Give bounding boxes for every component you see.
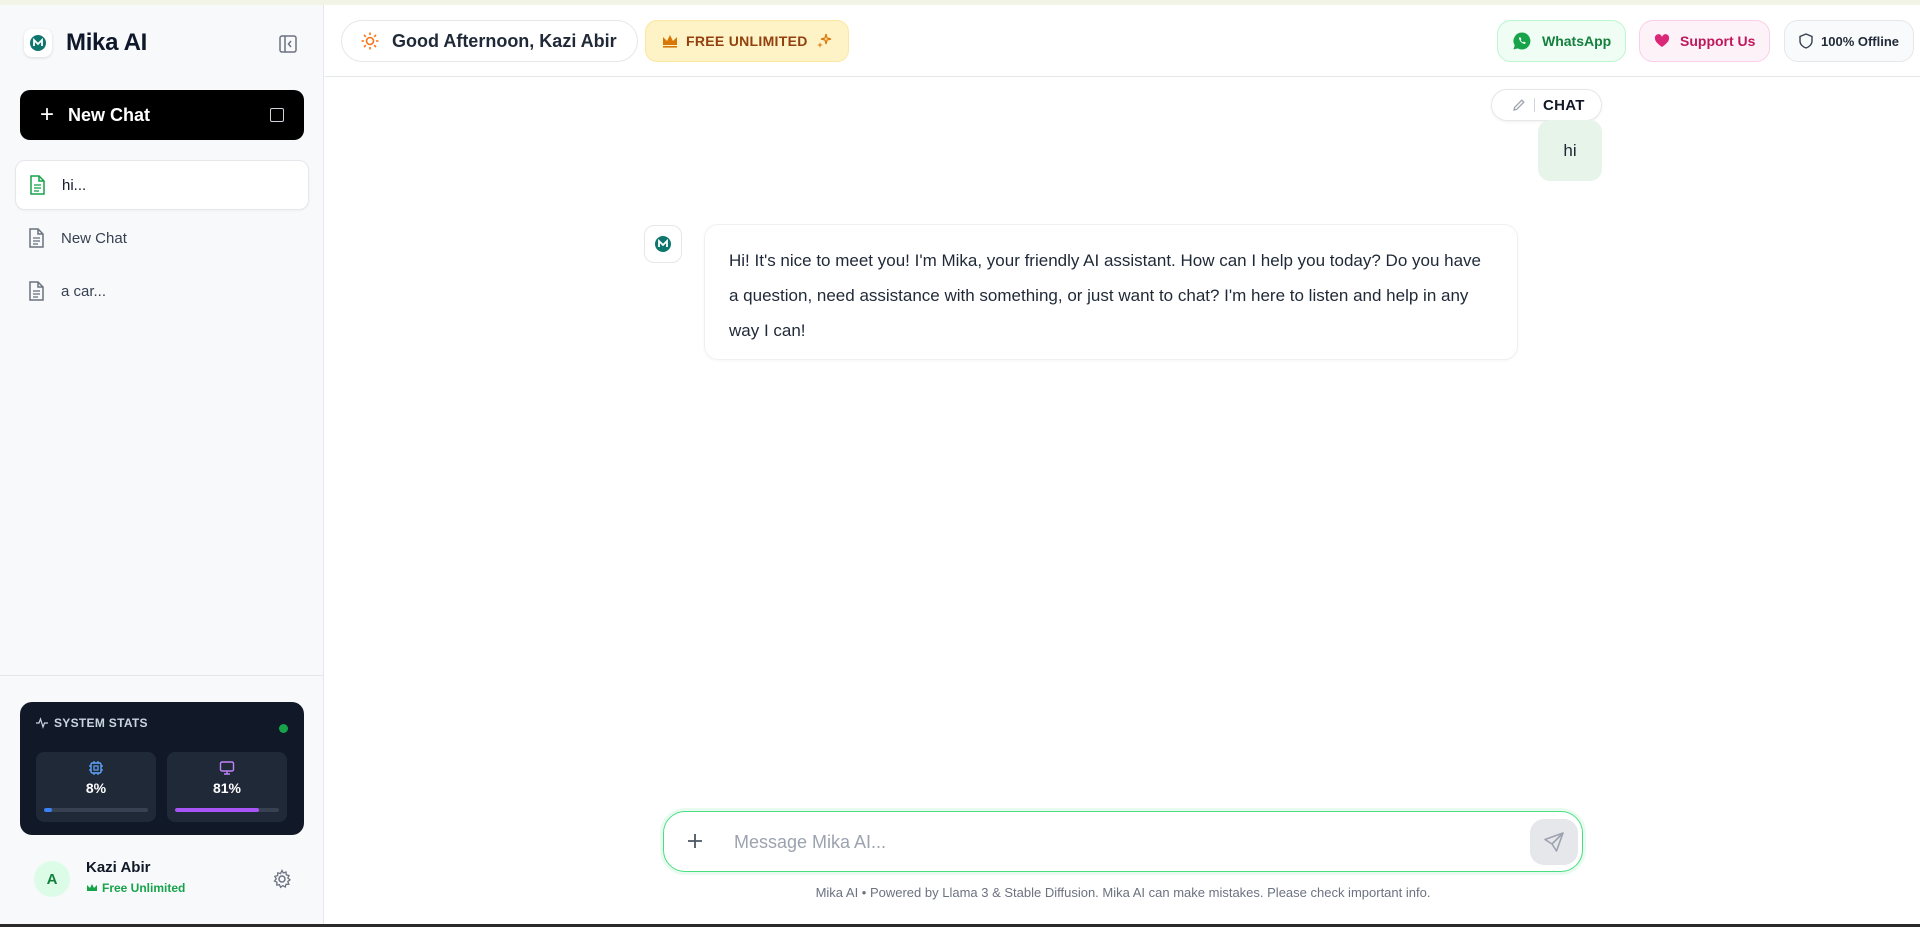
plan-badge: FREE UNLIMITED [645,20,849,62]
send-icon [1544,832,1564,852]
app-name: Mika AI [66,29,148,56]
sparkles-icon [816,33,831,48]
top-header: Good Afternoon, Kazi Abir FREE UNLIMITED… [325,5,1920,77]
new-chat-label: New Chat [68,104,151,125]
new-chat-button[interactable]: + New Chat [20,90,304,140]
greeting-text: Good Afternoon, Kazi Abir [392,30,617,51]
attach-button[interactable] [680,826,710,856]
user-profile[interactable]: A Kazi Abir Free Unlimited [30,857,300,901]
system-stats-header: SYSTEM STATS [36,716,288,730]
message-composer [663,811,1583,872]
document-icon [30,175,45,195]
status-online-dot [279,724,288,733]
history-item-label: a car... [61,282,107,300]
send-button[interactable] [1530,819,1578,865]
assistant-avatar [644,225,682,263]
user-name: Kazi Abir [86,859,151,876]
cpu-stat-card: 8% [36,752,156,822]
history-item-label: hi... [62,176,87,194]
plus-icon [688,834,702,848]
chat-mode-label: CHAT [1543,96,1585,114]
shield-icon [1799,33,1813,49]
monitor-icon [219,761,235,775]
message-input[interactable] [734,822,1494,862]
greeting-pill: Good Afternoon, Kazi Abir [341,20,638,62]
gear-icon [273,869,292,889]
activity-icon [36,717,48,729]
history-item-1[interactable]: New Chat [15,213,309,263]
gpu-stat-card: 81% [167,752,287,822]
sidebar-divider [0,675,324,676]
pill-separator [1534,98,1535,112]
plus-icon: + [40,101,55,128]
settings-button[interactable] [272,869,292,894]
sidebar-collapse-icon [279,35,297,53]
whatsapp-button[interactable]: WhatsApp [1497,20,1627,62]
user-message-bubble: hi [1538,120,1602,181]
plan-badge-label: FREE UNLIMITED [686,33,808,49]
cpu-icon [89,761,103,775]
user-plan: Free Unlimited [86,881,185,895]
sun-icon [361,32,379,50]
cpu-usage-bar [44,808,148,812]
crown-icon [87,884,97,891]
whatsapp-icon [1513,32,1531,50]
offline-label: 100% Offline [1821,33,1900,49]
gpu-usage-fill [175,808,260,812]
crown-icon [663,35,677,48]
support-us-label: Support Us [1680,33,1756,49]
cpu-usage-fill [44,808,53,812]
mika-logo-icon [24,29,52,57]
assistant-message-bubble: Hi! It's nice to meet you! I'm Mika, you… [704,224,1518,360]
history-item-2[interactable]: a car... [15,266,309,316]
gpu-usage-bar [175,808,279,812]
collapse-sidebar-button[interactable] [276,32,300,56]
offline-badge: 100% Offline [1784,20,1915,62]
system-stats-title: SYSTEM STATS [54,716,148,730]
history-item-0[interactable]: hi... [15,160,309,210]
user-plan-label: Free Unlimited [102,881,186,895]
pencil-icon [1513,99,1525,111]
mika-logo-icon [655,236,671,252]
brand: Mika AI [24,29,147,57]
avatar: A [34,861,70,897]
whatsapp-label: WhatsApp [1542,33,1612,49]
document-icon [29,281,44,301]
sidebar: Mika AI + New Chat hi... New Chat a car.… [0,5,324,924]
cpu-usage-value: 8% [85,780,107,796]
heart-icon [1654,34,1670,47]
support-us-button[interactable]: Support Us [1639,20,1771,62]
system-stats-panel: SYSTEM STATS 8% 81% [20,702,304,835]
shortcut-square-icon [270,108,284,122]
chat-mode-pill[interactable]: CHAT [1491,89,1602,121]
disclaimer-text: Mika AI • Powered by Llama 3 & Stable Di… [815,885,1431,900]
history-item-label: New Chat [61,229,127,247]
gpu-usage-value: 81% [212,780,242,796]
document-icon [29,228,44,248]
